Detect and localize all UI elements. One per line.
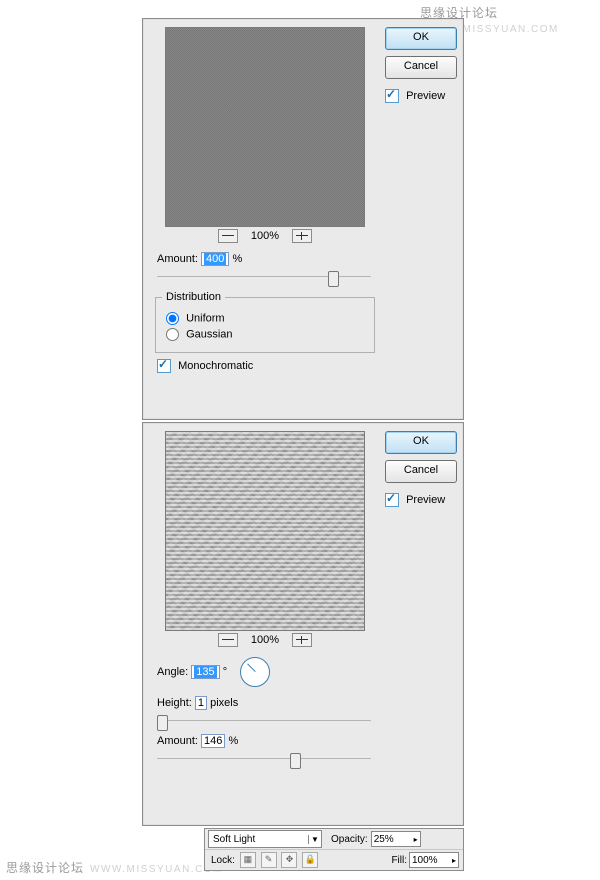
amount-slider[interactable]: [157, 751, 371, 767]
lock-position-icon[interactable]: ✥: [281, 852, 297, 868]
amount-label: Amount:: [157, 253, 198, 265]
lock-pixels-icon[interactable]: ✎: [261, 852, 277, 868]
cancel-button[interactable]: Cancel: [385, 56, 457, 79]
amount-unit: %: [232, 253, 242, 265]
amount-input[interactable]: 400: [201, 252, 229, 266]
watermark-bottom: 思缘设计论坛WWW.MISSYUAN.COM: [6, 859, 223, 876]
zoom-level: 100%: [251, 634, 279, 646]
fill-label: Fill:: [391, 855, 407, 866]
gaussian-label: Gaussian: [186, 329, 232, 341]
ok-button[interactable]: OK: [385, 27, 457, 50]
amount-row: Amount: 146 %: [151, 735, 379, 747]
blend-mode-select[interactable]: Soft Light ▼: [208, 830, 322, 848]
chevron-down-icon: ▼: [308, 835, 321, 844]
lock-all-icon[interactable]: 🔒: [302, 852, 318, 868]
emboss-dialog: 100% Angle: 135 ° Height: 1 pixels Amoun…: [142, 422, 464, 826]
layer-options-bar: Soft Light ▼ Opacity: 25%▸ Lock: ▦ ✎ ✥ 🔒…: [204, 828, 464, 871]
cancel-button[interactable]: Cancel: [385, 460, 457, 483]
angle-label: Angle:: [157, 666, 188, 678]
lock-label: Lock:: [211, 855, 235, 866]
preview-checkbox[interactable]: [385, 89, 399, 103]
amount-label: Amount:: [157, 735, 198, 747]
uniform-label: Uniform: [186, 313, 225, 325]
distribution-group: Distribution Uniform Gaussian: [155, 291, 375, 353]
preview-label: Preview: [406, 90, 445, 102]
amount-row: Amount: 400 %: [151, 253, 379, 265]
height-input[interactable]: 1: [195, 696, 207, 710]
uniform-radio[interactable]: [166, 312, 179, 325]
opacity-input[interactable]: 25%▸: [371, 831, 421, 847]
height-slider[interactable]: [157, 713, 371, 729]
amount-unit: %: [228, 735, 238, 747]
chevron-right-icon: ▸: [452, 856, 456, 865]
lock-icons: ▦ ✎ ✥ 🔒: [239, 852, 319, 868]
preview-checkbox[interactable]: [385, 493, 399, 507]
angle-row: Angle: 135 °: [151, 657, 379, 687]
preview-label: Preview: [406, 494, 445, 506]
fill-input[interactable]: 100%▸: [409, 852, 459, 868]
emboss-preview-image: [165, 431, 365, 631]
angle-dial[interactable]: [240, 657, 270, 687]
add-noise-dialog: 100% Amount: 400 % Distribution Uniform: [142, 18, 464, 420]
zoom-out-button[interactable]: [218, 633, 238, 647]
amount-slider[interactable]: [157, 269, 371, 285]
zoom-in-button[interactable]: [292, 229, 312, 243]
monochromatic-label: Monochromatic: [178, 360, 253, 372]
gaussian-radio[interactable]: [166, 328, 179, 341]
angle-input[interactable]: 135: [191, 665, 219, 679]
ok-button[interactable]: OK: [385, 431, 457, 454]
angle-unit: °: [223, 666, 227, 678]
height-unit: pixels: [210, 697, 238, 709]
noise-preview-image: [165, 27, 365, 227]
zoom-out-button[interactable]: [218, 229, 238, 243]
chevron-right-icon: ▸: [414, 835, 418, 844]
amount-input[interactable]: 146: [201, 734, 225, 748]
zoom-in-button[interactable]: [292, 633, 312, 647]
zoom-level: 100%: [251, 230, 279, 242]
height-label: Height:: [157, 697, 192, 709]
monochromatic-checkbox[interactable]: [157, 359, 171, 373]
lock-transparency-icon[interactable]: ▦: [240, 852, 256, 868]
distribution-legend: Distribution: [162, 291, 225, 303]
opacity-label: Opacity:: [331, 834, 368, 845]
height-row: Height: 1 pixels: [151, 697, 379, 709]
